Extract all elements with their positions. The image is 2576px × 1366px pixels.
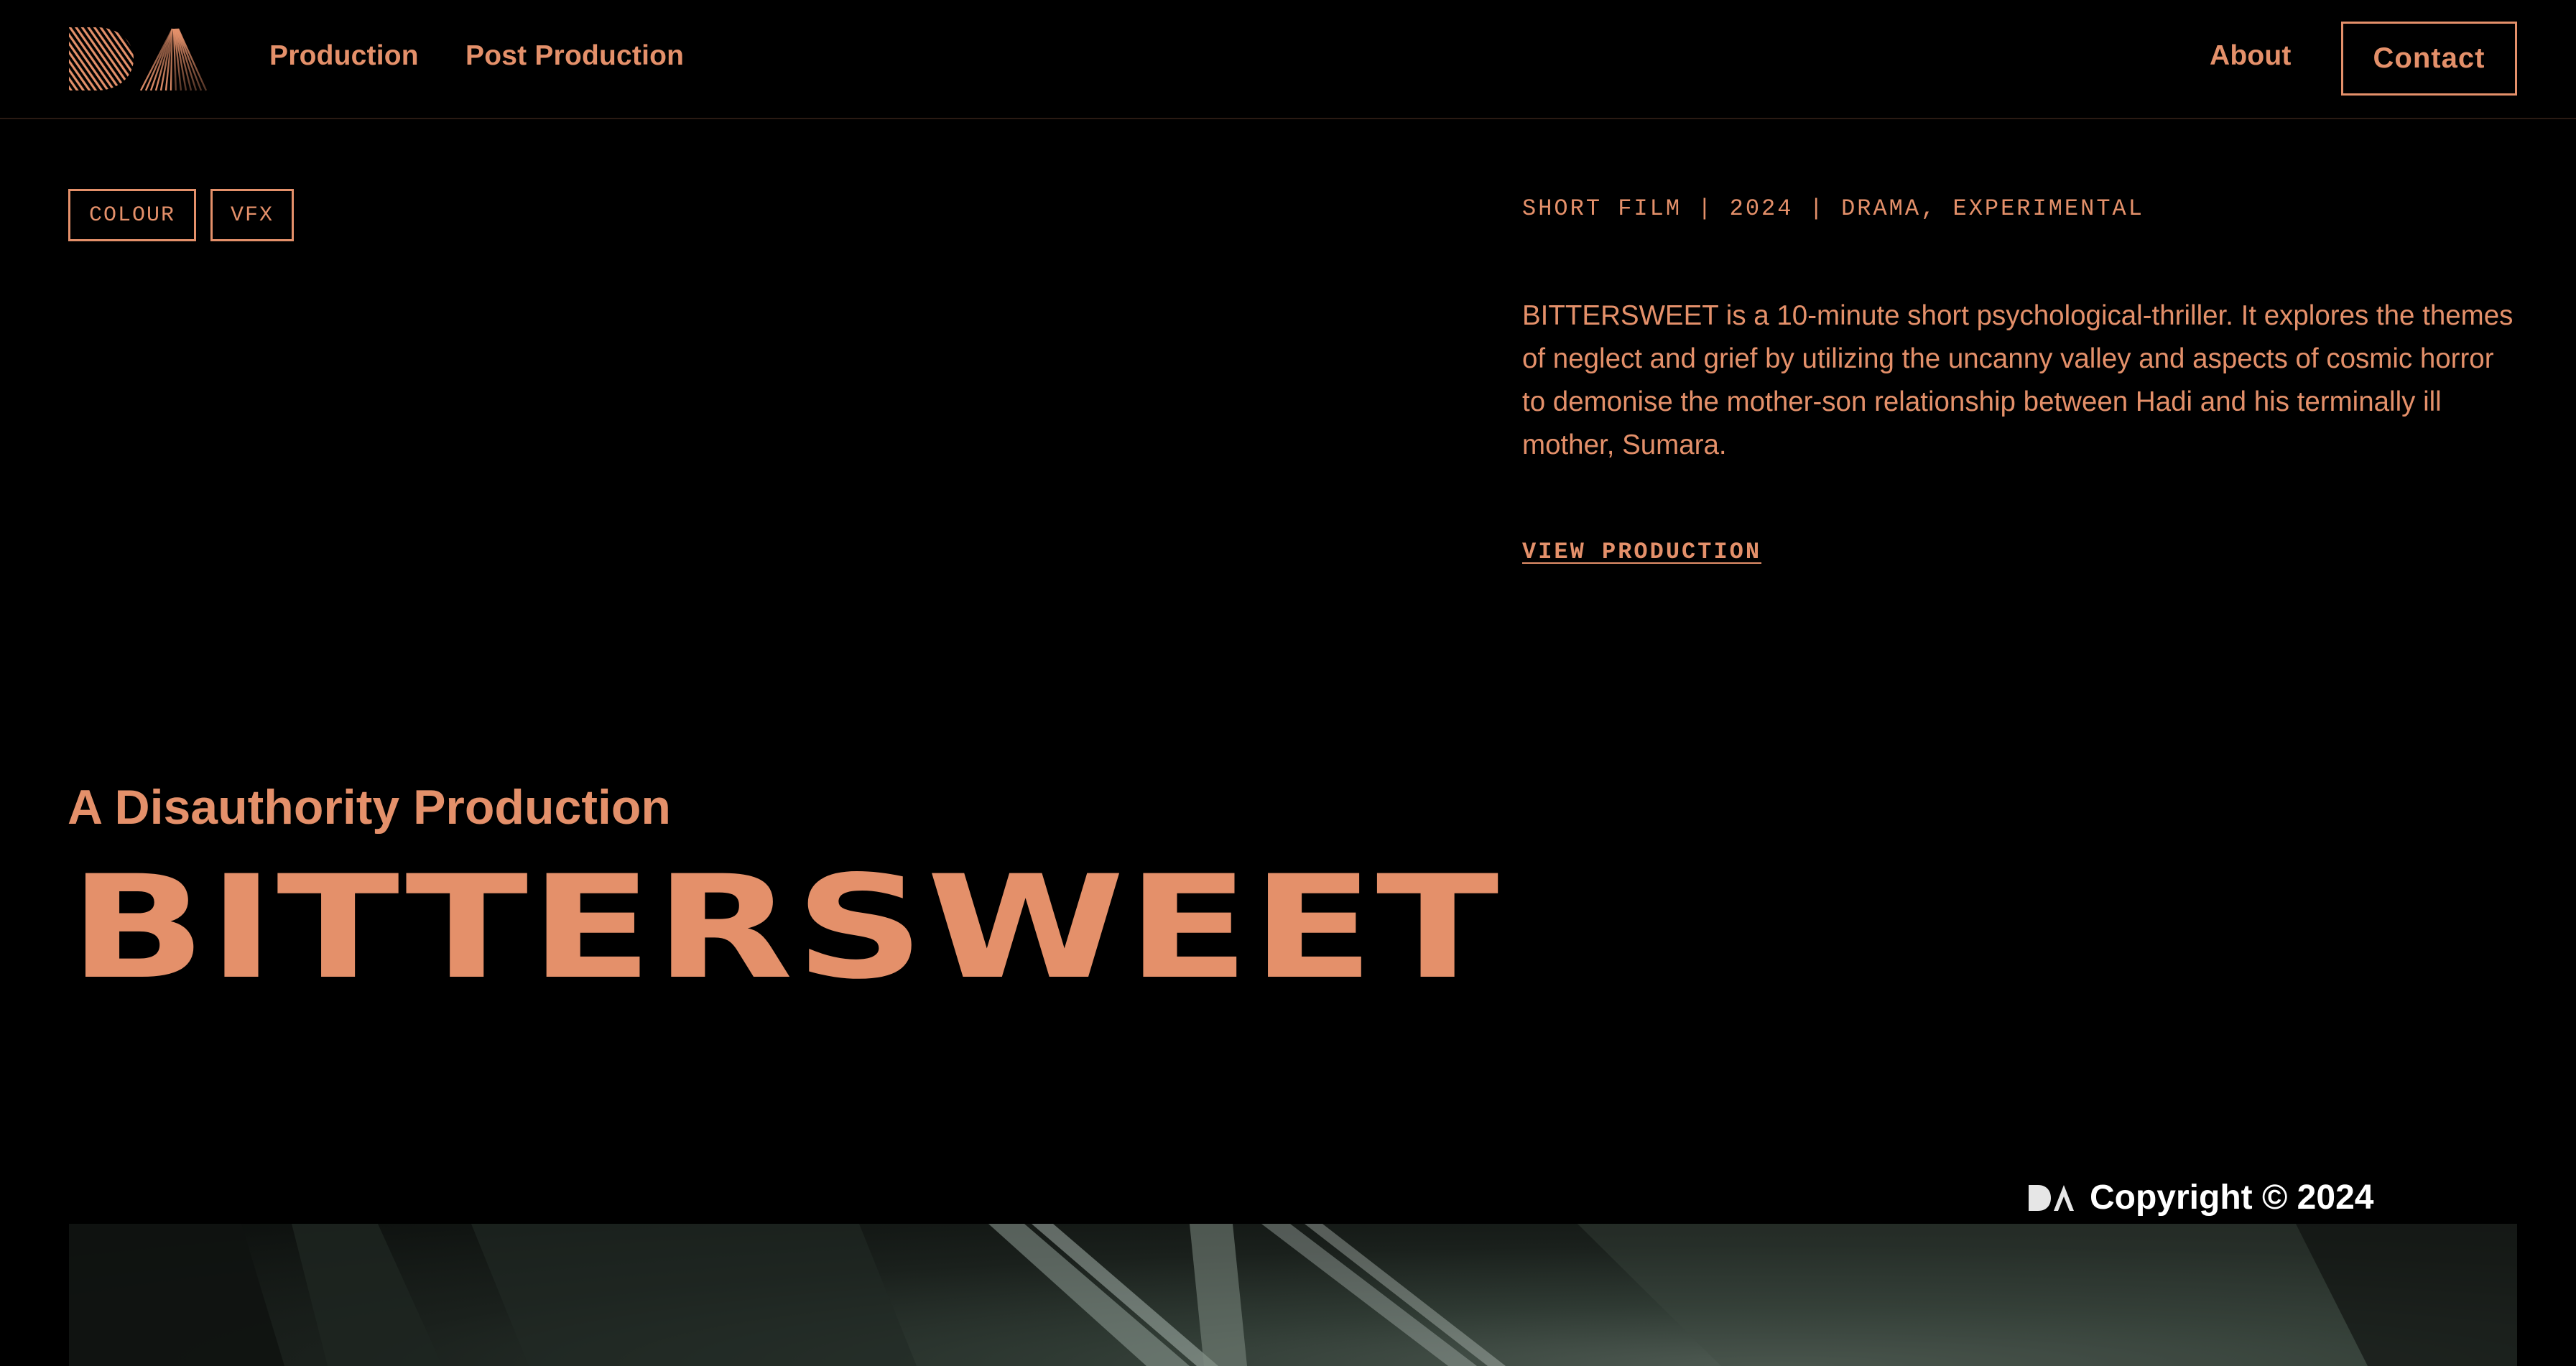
film-meta: SHORT FILM | 2024 | DRAMA, EXPERIMENTAL xyxy=(1522,195,2144,222)
site-header: Production Post Production About Contact xyxy=(0,0,2576,119)
page: Production Post Production About Contact… xyxy=(0,0,2576,1366)
film-description: BITTERSWEET is a 10-minute short psychol… xyxy=(1522,300,2514,460)
film-title: BITTERSWEET xyxy=(69,845,1501,1010)
copyright-notice: Copyright © 2024 xyxy=(2028,1178,2373,1217)
da-logo-icon[interactable] xyxy=(68,26,211,92)
tag-colour[interactable]: COLOUR xyxy=(68,189,196,241)
tag-vfx[interactable]: VFX xyxy=(210,189,294,241)
hero-image-graphic xyxy=(69,1224,2517,1366)
nav-about-link[interactable]: About xyxy=(2210,40,2292,72)
copyright-text: Copyright © 2024 xyxy=(2090,1179,2374,1217)
hero-image xyxy=(69,1224,2517,1366)
da-logo-small-icon xyxy=(2029,1184,2074,1211)
nav-post-production-link[interactable]: Post Production xyxy=(465,40,684,72)
view-production-link[interactable]: VIEW PRODUCTION xyxy=(1522,539,1761,565)
nav-production-link[interactable]: Production xyxy=(269,40,419,72)
contact-button[interactable]: Contact xyxy=(2341,22,2517,96)
production-subtitle: A Disauthority Production xyxy=(68,780,671,835)
